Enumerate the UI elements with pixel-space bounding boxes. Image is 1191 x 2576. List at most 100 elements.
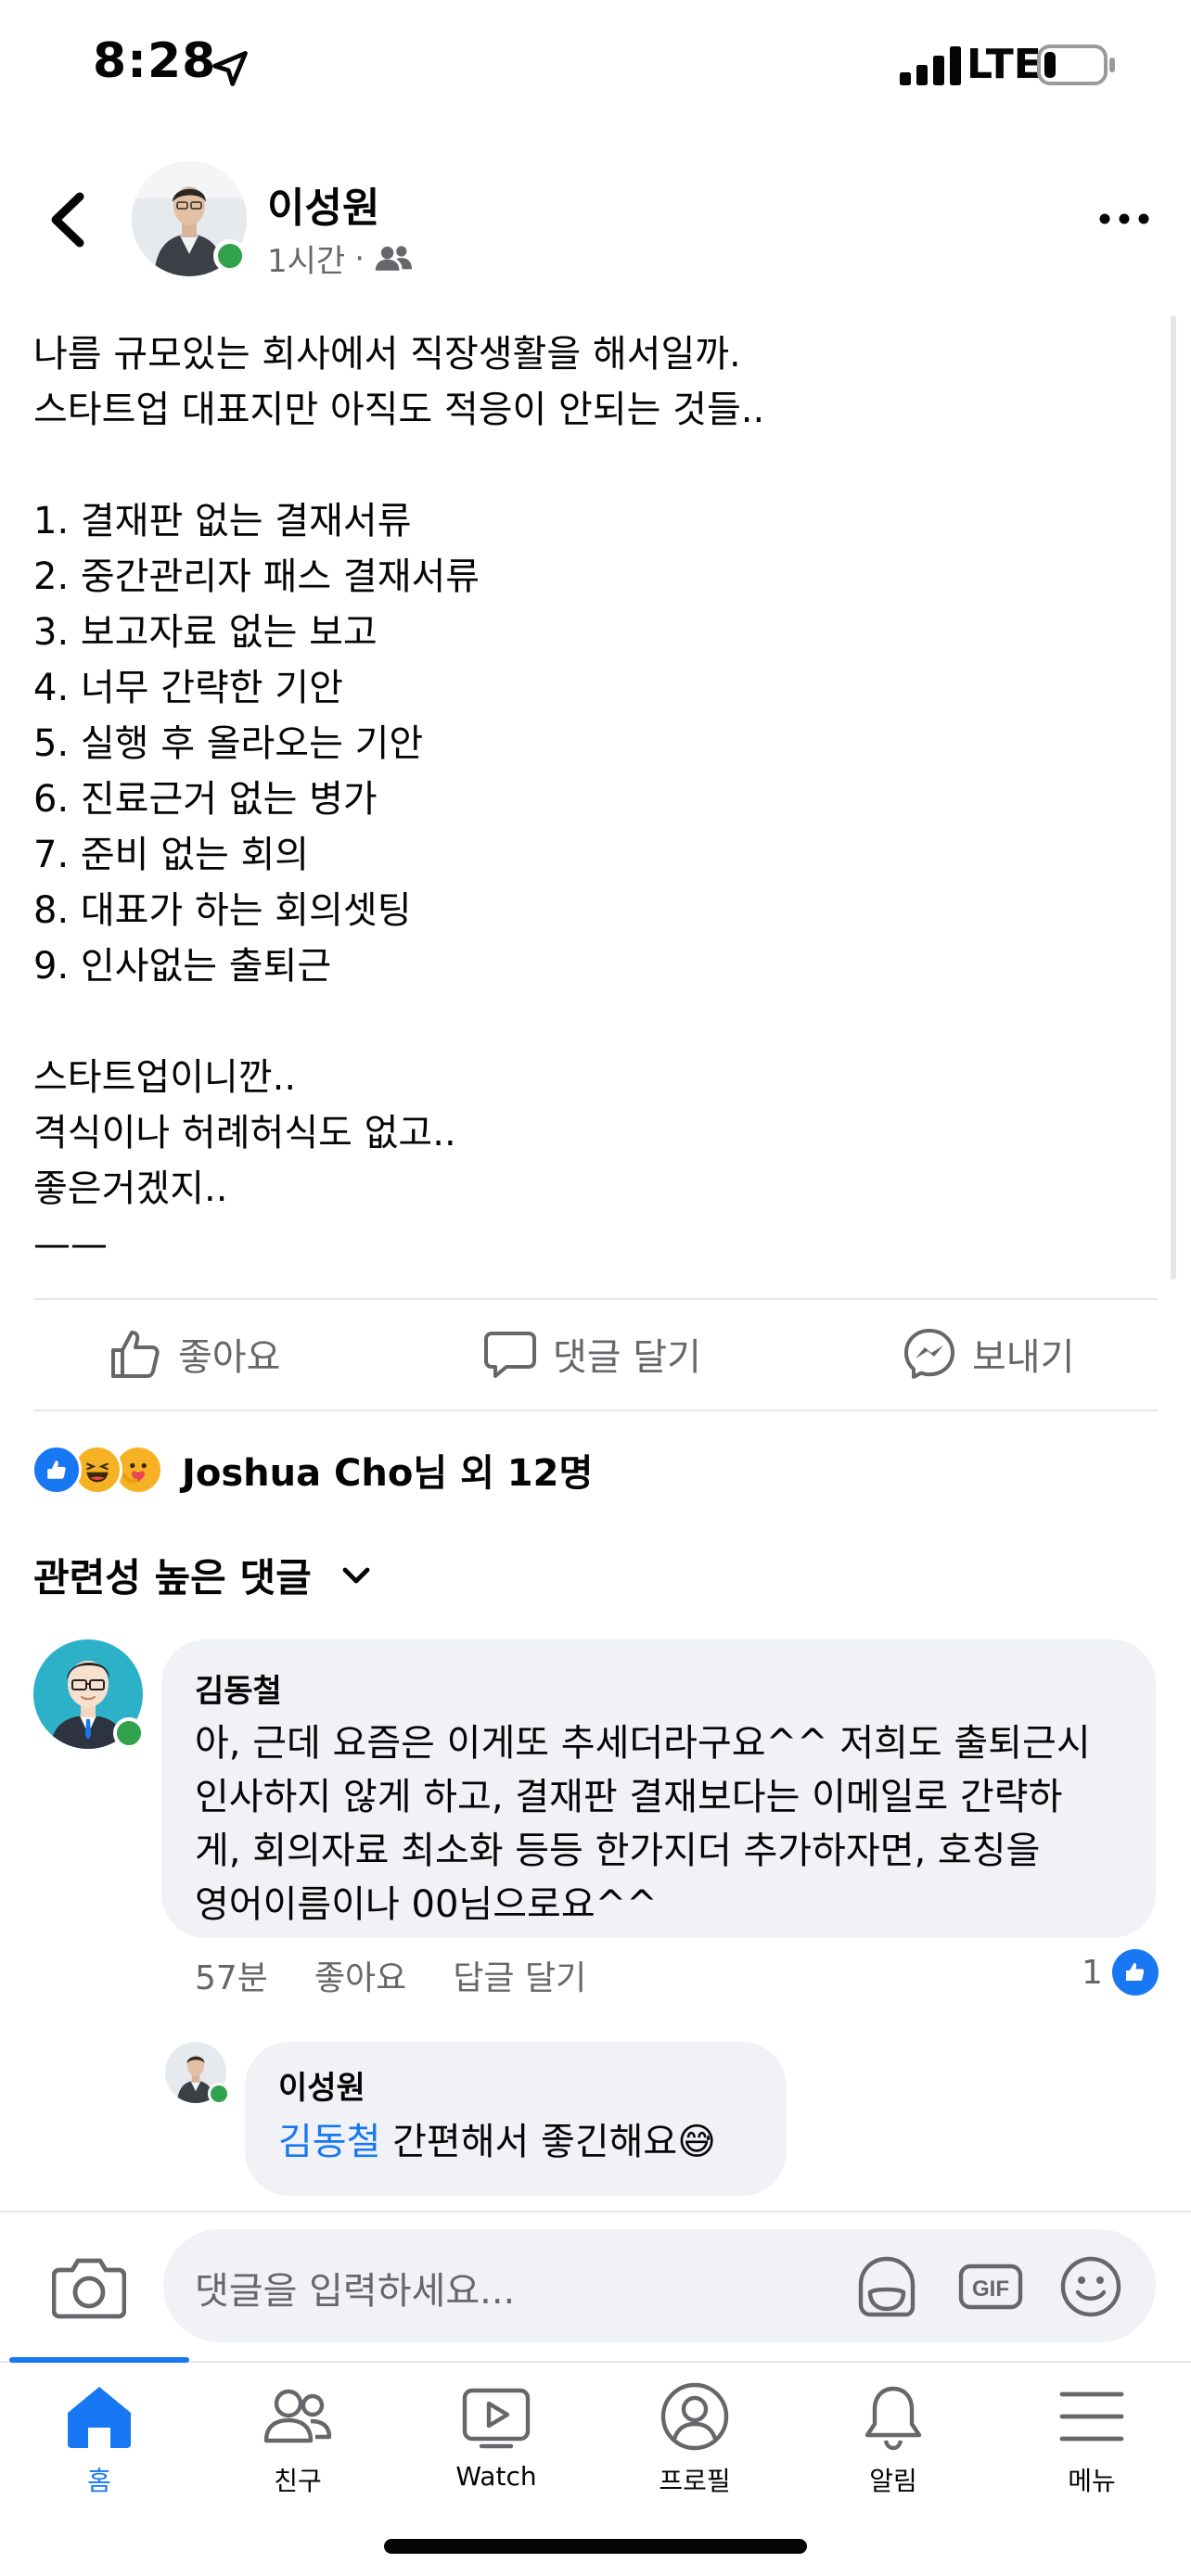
- online-status-dot: [208, 2083, 230, 2105]
- reply-text: 김동철 간편해서 좋긴해요😅: [278, 2115, 753, 2169]
- thumbs-up-icon: [111, 1331, 160, 1378]
- reply-mention[interactable]: 김동철: [278, 2121, 380, 2163]
- nav-friends[interactable]: 친구: [198, 2379, 397, 2500]
- comment-label: 댓글 달기: [553, 1336, 701, 1379]
- post-line: 9. 인사없는 출퇴근: [33, 945, 332, 988]
- post-line: 격식이나 허례허식도 없고..: [33, 1112, 456, 1154]
- author-avatar[interactable]: [132, 161, 247, 276]
- comment-line: 아, 근데 요즘은 이게또 추세더라구요^^ 저희도 출퇴근시: [195, 1722, 1091, 1765]
- reaction-icons: [32, 1443, 171, 1497]
- post-time[interactable]: 1시간: [267, 236, 345, 281]
- nav-friends-label: 친구: [274, 2466, 322, 2496]
- like-label: 좋아요: [178, 1336, 281, 1379]
- nav-menu-label: 메뉴: [1068, 2466, 1116, 2496]
- send-label: 보내기: [972, 1336, 1075, 1379]
- nav-home-label: 홈: [87, 2466, 111, 2496]
- grinning-sweat-emoji: 😅: [677, 2121, 716, 2163]
- status-bar: 8:28 LTE: [0, 0, 1191, 130]
- comment-like-count[interactable]: 1: [1082, 1949, 1159, 1996]
- post-line: 7. 준비 없는 회의: [33, 834, 310, 876]
- status-time: 8:28: [93, 33, 217, 89]
- comment-text: 아, 근데 요즘은 이게또 추세더라구요^^ 저희도 출퇴근시 인사하지 않게 …: [195, 1716, 1122, 1932]
- meta-separator: ·: [354, 239, 365, 277]
- home-indicator[interactable]: [384, 2539, 807, 2554]
- post-line: 스타트업 대표지만 아직도 적응이 안되는 것들..: [33, 389, 765, 431]
- like-reaction-icon: [32, 1445, 82, 1495]
- comment-time: 57분: [195, 1959, 268, 1997]
- nav-notifications[interactable]: 알림: [794, 2379, 992, 2500]
- nav-active-indicator: [9, 2357, 189, 2363]
- watch-play-icon: [462, 2388, 531, 2449]
- post-line: [33, 438, 1156, 493]
- camera-icon[interactable]: [52, 2255, 126, 2320]
- divider: [33, 1298, 1158, 1300]
- post-author-name[interactable]: 이성원: [267, 174, 379, 234]
- composer-divider: [0, 2211, 1191, 2213]
- like-count-value: 1: [1082, 1953, 1103, 1992]
- post-line: 스타트업이니깐..: [33, 1056, 297, 1099]
- comment-like-button[interactable]: 좋아요: [314, 1951, 406, 1999]
- location-arrow-icon: [212, 51, 248, 86]
- reactions-text: Joshua Cho님 외 12명: [182, 1452, 594, 1495]
- comment-input-placeholder: 댓글을 입력하세요...: [195, 2270, 516, 2313]
- post-line: 나름 규모있는 회사에서 직장생활을 해서일까.: [33, 333, 741, 376]
- post-body: 나름 규모있는 회사에서 직장생활을 해서일까. 스타트업 대표지만 아직도 적…: [33, 326, 1156, 1272]
- chevron-down-icon: [342, 1567, 370, 1583]
- comment-button[interactable]: 댓글 달기: [482, 1317, 701, 1391]
- commenter-avatar[interactable]: [33, 1639, 145, 1749]
- post-line: ——: [33, 1223, 108, 1266]
- divider: [33, 1409, 1158, 1411]
- home-icon: [68, 2387, 131, 2448]
- back-chevron-icon[interactable]: [45, 189, 91, 250]
- nav-profile[interactable]: 프로필: [596, 2379, 794, 2500]
- reactions-summary[interactable]: Joshua Cho님 외 12명: [32, 1441, 593, 1498]
- comment-line: 게, 회의자료 최소화 등등 한가지더 추가하자면, 호칭을: [195, 1830, 1041, 1872]
- comment-bubble[interactable]: 김동철 아, 근데 요즘은 이게또 추세더라구요^^ 저희도 출퇴근시 인사하지…: [161, 1639, 1156, 1938]
- comment-line: 인사하지 않게 하고, 결재판 결재보다는 이메일로 간략하: [195, 1776, 1063, 1818]
- post-meta: 1시간 ·: [267, 236, 413, 281]
- network-type: LTE: [967, 41, 1042, 88]
- comment-author[interactable]: 김동철: [195, 1665, 1122, 1711]
- more-options-icon[interactable]: [1096, 208, 1152, 230]
- battery-icon: [1037, 45, 1115, 85]
- reply-body: 간편해서 좋긴해요: [380, 2121, 678, 2163]
- avatar-sticker-icon[interactable]: [852, 2251, 922, 2322]
- gif-icon[interactable]: GIF: [955, 2251, 1026, 2322]
- reply-author[interactable]: 이성원: [278, 2062, 753, 2108]
- comment-reply-button[interactable]: 답글 달기: [453, 1951, 586, 1999]
- nav-profile-label: 프로필: [659, 2466, 731, 2496]
- comment-actions: 57분 좋아요 답글 달기: [195, 1951, 633, 1999]
- nav-menu[interactable]: 메뉴: [992, 2379, 1191, 2500]
- post-line: 2. 중간관리자 패스 결재서류: [33, 555, 480, 598]
- svg-text:GIF: GIF: [972, 2276, 1009, 2302]
- reply-bubble[interactable]: 이성원 김동철 간편해서 좋긴해요😅: [245, 2042, 787, 2196]
- comments-filter[interactable]: 관련성 높은 댓글: [33, 1547, 375, 1603]
- post-line: [33, 994, 1156, 1050]
- friends-icon: [375, 245, 413, 271]
- nav-watch-label: Watch: [455, 2461, 537, 2492]
- hamburger-menu-icon: [1059, 2391, 1124, 2442]
- post-line: 5. 실행 후 올라오는 기안: [33, 722, 424, 765]
- messenger-icon: [904, 1329, 954, 1379]
- scrollbar[interactable]: [1171, 315, 1176, 1280]
- online-status-dot: [213, 239, 247, 273]
- online-status-dot: [113, 1717, 145, 1749]
- friends-nav-icon: [263, 2389, 332, 2443]
- nav-watch[interactable]: Watch: [397, 2379, 596, 2500]
- emoji-icon[interactable]: [1056, 2251, 1126, 2322]
- comments-filter-label: 관련성 높은 댓글: [33, 1555, 312, 1600]
- bell-icon: [864, 2386, 922, 2451]
- nav-notifications-label: 알림: [869, 2466, 917, 2496]
- post-line: 좋은거겠지..: [33, 1167, 228, 1210]
- post-line: 8. 대표가 하는 회의셋팅: [33, 889, 412, 932]
- profile-icon: [660, 2382, 729, 2451]
- reply-author-avatar[interactable]: [165, 2042, 230, 2105]
- send-button[interactable]: 보내기: [902, 1317, 1074, 1391]
- like-button[interactable]: 좋아요: [108, 1317, 280, 1391]
- post-line: 4. 너무 간략한 기안: [33, 667, 343, 709]
- post-line: 1. 결재판 없는 결재서류: [33, 500, 412, 542]
- comment-line: 영어이름이나 00님으로요^^: [195, 1883, 658, 1926]
- comment-bubble-icon: [484, 1332, 536, 1378]
- nav-home[interactable]: 홈: [0, 2379, 198, 2500]
- like-badge-icon: [1111, 1949, 1159, 1996]
